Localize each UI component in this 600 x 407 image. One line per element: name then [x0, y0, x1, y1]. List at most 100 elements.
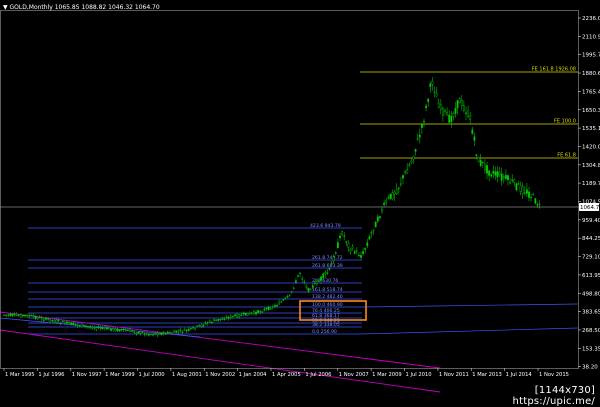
- candle-body: [270, 308, 271, 309]
- candle-body: [62, 321, 63, 322]
- price-tick-label: 1189.70: [582, 181, 600, 187]
- candle-body: [409, 165, 410, 166]
- time-tick-label: 1 Nov 2015: [539, 372, 569, 378]
- price-tick-label: 1304.85: [582, 163, 600, 169]
- candle-body: [327, 273, 328, 274]
- candle-body: [440, 105, 441, 110]
- candle-body: [157, 333, 158, 335]
- candle-body: [528, 192, 529, 198]
- price-chart[interactable]: 423.6 943.79261.8 740.72261.8 683.39200 …: [0, 0, 600, 402]
- candle-body: [104, 327, 105, 328]
- candle-body: [421, 124, 422, 127]
- candle-body: [66, 322, 67, 323]
- candle-body: [47, 319, 48, 320]
- candle-body: [533, 194, 534, 195]
- price-tick-label: 1880.60: [582, 71, 600, 77]
- candle-body: [348, 243, 349, 247]
- candle-body: [278, 302, 279, 304]
- price-tick-label: 1420.00: [582, 144, 600, 150]
- candle-body: [188, 329, 189, 330]
- candle-body: [369, 237, 370, 239]
- candle-body: [493, 171, 494, 173]
- time-tick-label: 1 Jul 2000: [139, 372, 165, 378]
- candle-body: [182, 332, 183, 333]
- candle-body: [497, 171, 498, 177]
- candle-body: [400, 184, 401, 185]
- candle-body: [56, 320, 57, 322]
- candle-body: [68, 322, 69, 323]
- candle-body: [39, 317, 40, 318]
- time-tick-label: 1 Jul 2010: [406, 372, 432, 378]
- candle-body: [436, 94, 437, 97]
- candle-body: [60, 323, 61, 324]
- candle-body: [110, 329, 111, 330]
- candle-body: [215, 320, 216, 321]
- candle-body: [138, 332, 139, 333]
- candle-body: [337, 242, 338, 247]
- candle-body: [312, 286, 313, 288]
- chart-header: ▼ GOLD,Monthly 1065.85 1088.82 1046.32 1…: [3, 4, 160, 11]
- candle-body: [407, 170, 408, 174]
- candle-body: [365, 249, 366, 250]
- candle-body: [522, 187, 523, 194]
- time-tick-label: 1 Jul 2006: [305, 372, 331, 378]
- trendlines[interactable]: [0, 312, 440, 392]
- candle-body: [123, 329, 124, 330]
- candle-body: [268, 307, 269, 310]
- candle-body: [102, 328, 103, 329]
- price-tick-label: 613.95: [582, 273, 600, 279]
- candle-body: [58, 320, 59, 321]
- candle-body: [402, 176, 403, 179]
- fib-expansion-label: FE 100.0: [554, 119, 576, 125]
- price-tick-label: 1074.55: [582, 200, 600, 206]
- candle-body: [535, 199, 536, 204]
- price-tick-label: 2110.90: [582, 34, 600, 40]
- candle-body: [266, 308, 267, 309]
- candle-body: [29, 316, 30, 317]
- candle-body: [247, 314, 248, 316]
- candle-body: [417, 138, 418, 139]
- time-tick-label: 1 Aug 2001: [172, 372, 202, 378]
- candle-body: [89, 327, 90, 328]
- price-tick-label: 498.80: [582, 291, 600, 297]
- candle-body: [415, 149, 416, 151]
- candle-body: [379, 217, 380, 218]
- candle-body: [302, 278, 303, 279]
- candle-body: [329, 268, 330, 269]
- candle-body: [478, 157, 479, 161]
- current-price-line: 1064.70: [0, 203, 600, 211]
- fib-extension-line: [362, 304, 578, 307]
- candle-body: [251, 313, 252, 314]
- candle-body: [226, 317, 227, 318]
- fib-expansion[interactable]: FE 161.8 1926.08FE 100.0FE 61.8: [360, 67, 578, 159]
- candle-body: [335, 253, 336, 254]
- candle-body: [108, 328, 109, 329]
- time-tick-label: 1 Nov 2007: [339, 372, 369, 378]
- candle-body: [50, 319, 51, 321]
- candle-body: [520, 186, 521, 192]
- candle-body: [159, 333, 160, 334]
- candle-body: [467, 111, 468, 117]
- candle-body: [163, 332, 164, 333]
- candle-body: [209, 321, 210, 322]
- candle-body: [41, 318, 42, 319]
- candle-body: [33, 315, 34, 316]
- candle-body: [274, 305, 275, 306]
- time-tick-label: 1 Nov 1997: [72, 372, 102, 378]
- trendline-upper: [0, 312, 440, 368]
- candle-body: [287, 296, 288, 297]
- candle-body: [470, 116, 471, 120]
- candle-body: [207, 323, 208, 324]
- candle-body: [341, 232, 342, 235]
- candle-body: [304, 282, 305, 283]
- ohlc-values: 1065.85 1088.82 1046.32 1064.70: [55, 4, 160, 11]
- candle-body: [360, 255, 361, 257]
- candle-body: [10, 314, 11, 316]
- candle-body: [272, 306, 273, 307]
- candle-body: [236, 314, 237, 317]
- candle-body: [289, 295, 290, 296]
- candle-body: [194, 328, 195, 329]
- chart-border: [1, 11, 579, 369]
- candle-body: [362, 251, 363, 253]
- candle-body: [96, 328, 97, 329]
